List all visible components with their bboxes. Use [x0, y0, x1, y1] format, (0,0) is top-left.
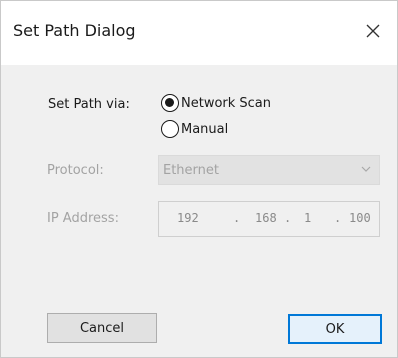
protocol-label: Protocol:: [47, 163, 104, 178]
ip-address-label: IP Address:: [47, 211, 119, 226]
radio-network-scan[interactable]: Network Scan: [161, 94, 271, 112]
close-button[interactable]: [355, 13, 391, 49]
set-path-dialog: Set Path Dialog Set Path via: Network Sc…: [0, 0, 398, 358]
ip-octet-2[interactable]: 168: [255, 211, 277, 225]
title-bar: Set Path Dialog: [1, 1, 397, 65]
set-path-label: Set Path via:: [48, 97, 130, 112]
cancel-button[interactable]: Cancel: [47, 313, 157, 343]
ok-button-label: OK: [325, 321, 345, 337]
radio-manual-indicator[interactable]: [161, 120, 179, 138]
ip-octet-1[interactable]: 192: [177, 211, 199, 225]
ip-address-field[interactable]: 192 . 168 . 1 . 100: [158, 201, 380, 237]
radio-network-scan-indicator[interactable]: [161, 94, 179, 112]
close-icon: [366, 24, 380, 38]
protocol-select-value: Ethernet: [163, 163, 219, 178]
ip-octet-4[interactable]: 100: [349, 211, 371, 225]
protocol-select[interactable]: Ethernet: [158, 155, 380, 185]
chevron-down-icon: [361, 166, 371, 172]
ip-octet-3[interactable]: 1: [304, 211, 311, 225]
ip-separator-2: .: [284, 211, 292, 225]
cancel-button-label: Cancel: [79, 320, 125, 336]
ok-button[interactable]: OK: [288, 314, 382, 344]
radio-manual[interactable]: Manual: [161, 120, 228, 138]
radio-manual-label: Manual: [181, 121, 229, 137]
ip-separator-3: .: [334, 211, 342, 225]
dialog-title: Set Path Dialog: [13, 21, 136, 40]
ip-separator-1: .: [233, 211, 241, 225]
radio-network-scan-label: Network Scan: [181, 95, 272, 111]
